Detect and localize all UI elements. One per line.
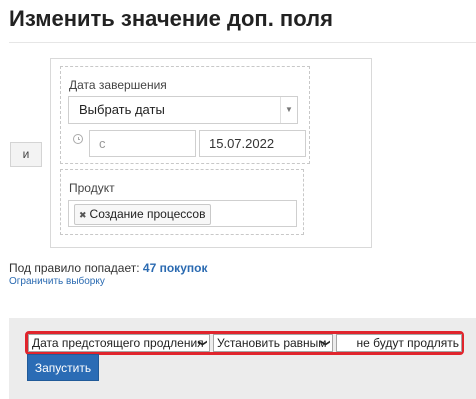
field-select-value: Дата предстоящего продления [32,336,204,350]
clock-icon [73,134,83,144]
rule-match-count[interactable]: 47 покупок [143,261,208,275]
title-divider [9,42,476,43]
chevron-down-icon: ❯ [198,339,209,347]
date-mode-select[interactable]: Выбрать даты ▼ [68,96,298,124]
and-operator-button[interactable]: и [10,142,42,167]
product-tag: ✖ Создание процессов [74,204,212,225]
rule-match-summary: Под правило попадает: 47 покупок [9,261,207,275]
rule-match-text: Под правило попадает: [9,261,140,275]
page-title: Изменить значение доп. поля [9,6,333,31]
product-tag-input[interactable]: ✖ Создание процессов [68,200,297,227]
field-select[interactable]: Дата предстоящего продления ❯ [28,334,210,352]
chevron-down-icon: ❯ [321,339,332,347]
run-button[interactable]: Запустить [27,354,99,381]
chevron-down-icon: ▼ [280,97,297,123]
close-icon[interactable]: ✖ [79,210,87,220]
product-tag-label: Создание процессов [89,207,206,221]
product-condition-label: Продукт [69,181,115,195]
limit-selection-link[interactable]: Ограничить выборку [9,276,105,287]
value-input[interactable]: не будут продлять [336,334,462,352]
date-from-input[interactable]: с [89,130,196,157]
date-to-input[interactable]: 15.07.2022 [199,130,306,157]
operator-select[interactable]: Установить равным ❯ [213,334,333,352]
date-mode-value: Выбрать даты [79,102,165,117]
operator-select-value: Установить равным [217,336,327,350]
date-condition-label: Дата завершения [69,78,167,92]
